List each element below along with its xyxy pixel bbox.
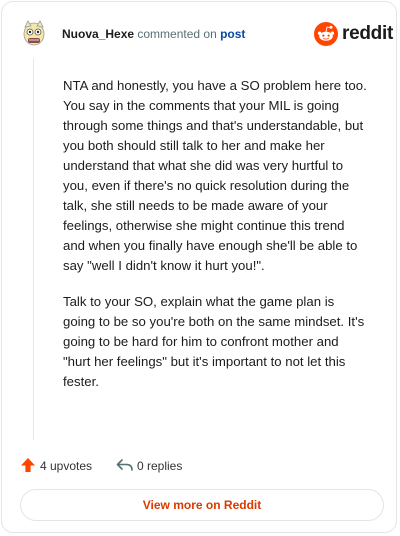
author-line: Nuova_Hexe commented on post xyxy=(62,27,245,41)
post-link[interactable]: post xyxy=(220,27,245,41)
reply-icon[interactable] xyxy=(116,457,134,473)
comment-body: NTA and honestly, you have a SO problem … xyxy=(63,76,368,408)
comment-paragraph: NTA and honestly, you have a SO problem … xyxy=(63,78,367,273)
reply-count: 0 replies xyxy=(137,459,183,473)
upvote-count: 4 upvotes xyxy=(40,459,93,473)
thread-line xyxy=(33,58,34,440)
reddit-wordmark: reddit xyxy=(342,23,393,44)
view-more-button[interactable]: View more on Reddit xyxy=(20,489,384,521)
comment-header: Nuova_Hexe commented on post reddit xyxy=(2,2,396,66)
reddit-logo-icon xyxy=(314,22,338,46)
comment-paragraph: Talk to your SO, explain what the game p… xyxy=(63,294,365,389)
comment-embed-card: Nuova_Hexe commented on post reddit NTA … xyxy=(1,1,397,533)
avatar[interactable] xyxy=(22,18,46,48)
upvote-icon[interactable] xyxy=(20,457,36,473)
comment-action-text: commented on xyxy=(134,27,221,41)
author-name[interactable]: Nuova_Hexe xyxy=(62,27,134,41)
